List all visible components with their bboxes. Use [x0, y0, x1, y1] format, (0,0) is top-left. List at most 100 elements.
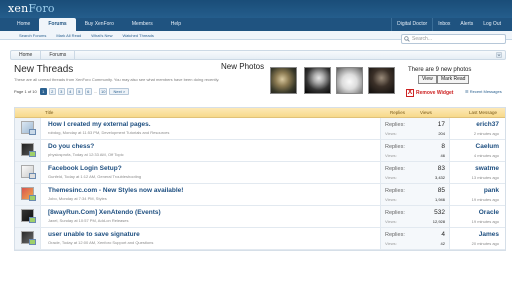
view-photos-button[interactable]: View [418, 75, 437, 84]
last-post-time[interactable]: 20 minutes ago [472, 241, 499, 246]
main-nav: Home Forums Buy XenForo Members Help Dig… [0, 18, 512, 31]
search-input[interactable]: Search... [401, 34, 506, 44]
inbox-link[interactable]: Inbox [433, 18, 455, 31]
pagination: Page 1 of 10 1 2 3 4 5 6 ... 10 Next > [14, 88, 130, 95]
replies-count: 4 [441, 231, 445, 238]
breadcrumb-forums[interactable]: Forums [41, 51, 76, 59]
replies-label: Replies: [385, 188, 405, 194]
table-row: Themesinc.com - New Styles now available… [15, 184, 505, 206]
subnav-mark-all-read[interactable]: Mark All Read [51, 31, 86, 40]
user-avatar-small [29, 195, 36, 201]
column-views[interactable]: Views [420, 108, 432, 118]
recent-messages-link[interactable]: ☰ Recent Messages [465, 89, 502, 94]
thread-title-link[interactable]: [8wayRun.Com] XenAtendo (Events) [48, 209, 161, 216]
thread-title-link[interactable]: Themesinc.com - New Styles now available… [48, 187, 183, 194]
photo-thumbnail[interactable] [270, 67, 297, 94]
views-count: 1,946 [434, 197, 445, 202]
page-link[interactable]: 5 [75, 88, 83, 95]
thread-stats: Replies: 17 Views: 204 [380, 118, 450, 139]
thread-title-link[interactable]: user unable to save signature [48, 231, 140, 238]
table-header: Title Replies Views Last Message [15, 108, 505, 118]
last-post-time[interactable]: 19 minutes ago [472, 219, 499, 224]
table-row: user unable to save signature Oracle, To… [15, 228, 505, 250]
last-poster-link[interactable]: pank [484, 187, 499, 194]
column-replies[interactable]: Replies [390, 108, 405, 118]
remove-widget-button[interactable]: X Remove Widget [406, 89, 453, 97]
replies-count: 8 [441, 143, 445, 150]
thread-stats: Replies: 85 Views: 1,946 [380, 184, 450, 205]
page-link[interactable]: 3 [57, 88, 65, 95]
last-page-link[interactable]: 10 [99, 88, 108, 95]
tab-forums[interactable]: Forums [39, 18, 76, 31]
last-poster-link[interactable]: James [479, 231, 499, 238]
thread-meta: physicsprofa, Today at 12:33 AM, Off Top… [48, 152, 124, 157]
last-poster-link[interactable]: Caelum [476, 143, 499, 150]
table-row: How I created my external pages. robdog,… [15, 118, 505, 140]
subnav-search-forums[interactable]: Search Forums [14, 31, 51, 40]
last-poster-link[interactable]: swatme [475, 165, 499, 172]
thread-meta: Oracle, Today at 12:00 AM, Xenforo Suppo… [48, 240, 154, 245]
views-label: Views: [385, 131, 397, 136]
user-avatar-small [29, 217, 36, 223]
last-post-time[interactable]: 2 minutes ago [474, 131, 499, 136]
logout-link[interactable]: Log Out [478, 18, 506, 31]
column-title[interactable]: Title [45, 108, 53, 118]
page-description: These are all unread threads from XenFor… [14, 77, 220, 82]
photo-thumbnail[interactable] [336, 67, 363, 94]
page-link[interactable]: 6 [84, 88, 92, 95]
subnav-watched-threads[interactable]: Watched Threads [117, 31, 158, 40]
tab-members[interactable]: Members [123, 18, 162, 31]
thread-title-link[interactable]: Facebook Login Setup? [48, 165, 122, 172]
thread-stats: Replies: 83 Views: 3,432 [380, 162, 450, 183]
next-page-button[interactable]: Next > [109, 88, 130, 95]
photo-thumbnail[interactable] [304, 67, 331, 94]
breadcrumb-home[interactable]: Home [11, 51, 42, 59]
thread-meta: Jobo, Monday at 7:34 PM, Styles [48, 196, 107, 201]
page-link[interactable]: 1 [39, 88, 47, 95]
remove-widget-label: Remove Widget [416, 90, 454, 96]
views-count: 12,928 [432, 219, 445, 224]
thread-title-link[interactable]: Do you chess? [48, 143, 94, 150]
replies-label: Replies: [385, 232, 405, 238]
page-ellipsis: ... [93, 89, 98, 94]
replies-label: Replies: [385, 210, 405, 216]
user-avatar-small [29, 239, 36, 245]
page-of-label: Page 1 of 10 [14, 89, 37, 94]
user-avatar-small [29, 151, 36, 157]
user-menu[interactable]: Digital Doctor [391, 18, 434, 31]
new-photos-count: There are 9 new photos [408, 67, 472, 73]
views-count: 42 [440, 241, 445, 246]
views-count: 204 [438, 131, 445, 136]
views-label: Views: [385, 153, 397, 158]
column-last-message[interactable]: Last Message [469, 108, 497, 118]
photos-widget-title: New Photos [221, 62, 265, 71]
search-placeholder: Search... [412, 36, 433, 42]
thread-stats: Replies: 4 Views: 42 [380, 228, 450, 249]
last-poster-link[interactable]: Oracle [479, 209, 499, 216]
page-link[interactable]: 2 [48, 88, 56, 95]
tab-home[interactable]: Home [8, 18, 39, 31]
photo-thumbnail[interactable] [368, 67, 395, 94]
mark-read-button[interactable]: Mark Read [437, 75, 470, 84]
alerts-link[interactable]: Alerts [455, 18, 478, 31]
thread-title-link[interactable]: How I created my external pages. [48, 121, 151, 128]
last-poster-link[interactable]: erich37 [476, 121, 499, 128]
last-post-time[interactable]: 4 minutes ago [474, 153, 499, 158]
last-post-time[interactable]: 13 minutes ago [472, 175, 499, 180]
views-count: 3,432 [434, 175, 445, 180]
user-avatar-small [29, 129, 36, 135]
subnav-whats-new[interactable]: What's New [86, 31, 117, 40]
site-header: xenForo [0, 0, 512, 18]
page-link[interactable]: 4 [66, 88, 74, 95]
site-logo[interactable]: xenForo [8, 2, 55, 15]
logo-text: xen [8, 2, 29, 15]
table-row: [8wayRun.Com] XenAtendo (Events) Jaxel, … [15, 206, 505, 228]
page: xenForo Home Forums Buy XenForo Members … [0, 0, 512, 300]
thread-stats: Replies: 532 Views: 12,928 [380, 206, 450, 227]
tab-buy-xenforo[interactable]: Buy XenForo [76, 18, 123, 31]
last-post-time[interactable]: 19 minutes ago [472, 197, 499, 202]
tab-help[interactable]: Help [162, 18, 190, 31]
page-title: New Threads [14, 64, 74, 75]
table-row: Do you chess? physicsprofa, Today at 12:… [15, 140, 505, 162]
jump-to-icon[interactable] [496, 52, 502, 58]
